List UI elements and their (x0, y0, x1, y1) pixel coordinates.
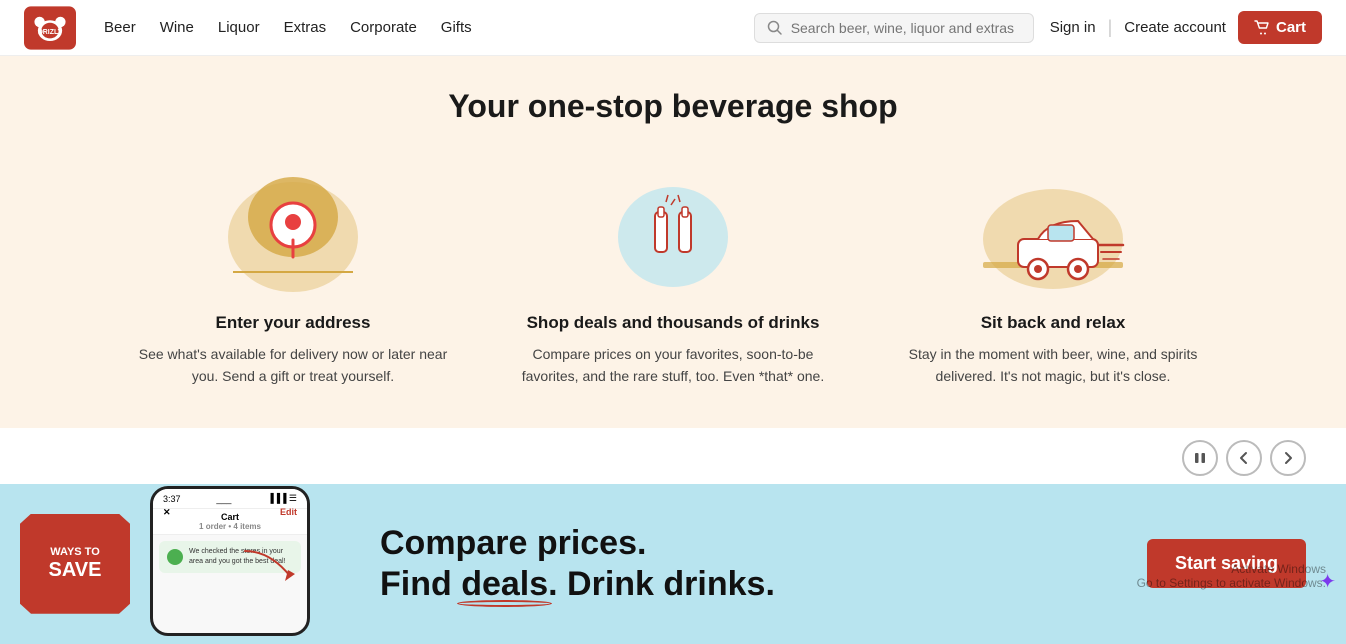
pause-icon (1193, 451, 1207, 465)
banner-deals-word: deals (461, 564, 548, 605)
carousel-pause-button[interactable] (1182, 440, 1218, 476)
banner-section: WAYS TO SAVE 3:37 ___ ▐▐▐ ☰ ✕ Cart 1 ord… (0, 484, 1346, 644)
phone-notch-bar: ___ (216, 494, 231, 504)
banner-left: WAYS TO SAVE 3:37 ___ ▐▐▐ ☰ ✕ Cart 1 ord… (0, 486, 350, 641)
banner-headline-line2: Find deals. Drink drinks. (380, 564, 1117, 605)
phone-time: 3:37 (163, 494, 181, 504)
feature-relax-title: Sit back and relax (893, 313, 1213, 333)
nav-item-wine[interactable]: Wine (160, 19, 194, 36)
sign-in-link[interactable]: Sign in (1050, 19, 1096, 36)
nav-item-liquor[interactable]: Liquor (218, 19, 260, 36)
chevron-right-icon (1281, 451, 1295, 465)
ways-to-save-text-line1: WAYS TO (50, 545, 100, 559)
navbar: DRIZLY Beer Wine Liquor Extras Corporate… (0, 0, 1346, 56)
nav-item-extras[interactable]: Extras (284, 19, 327, 36)
banner-cta-button[interactable]: Start saving (1147, 539, 1306, 588)
feature-deals-illustration (583, 157, 763, 297)
feature-address-title: Enter your address (133, 313, 453, 333)
feature-deals-desc: Compare prices on your favorites, soon-t… (513, 343, 833, 388)
phone-mockup: 3:37 ___ ▐▐▐ ☰ ✕ Cart 1 order • 4 items … (150, 486, 350, 641)
carousel-prev-button[interactable] (1226, 440, 1262, 476)
hero-title: Your one-stop beverage shop (24, 88, 1322, 125)
feature-address-desc: See what's available for delivery now or… (133, 343, 453, 388)
nav-item-corporate[interactable]: Corporate (350, 19, 417, 36)
logo[interactable]: DRIZLY (24, 6, 76, 50)
feature-relax: Sit back and relax Stay in the moment wi… (893, 157, 1213, 388)
search-input[interactable] (791, 20, 1021, 36)
chevron-left-icon (1237, 451, 1251, 465)
cart-icon (1254, 20, 1270, 36)
nav-item-beer[interactable]: Beer (104, 19, 136, 36)
features-row: Enter your address See what's available … (123, 157, 1223, 388)
phone-cart-header: ✕ Cart 1 order • 4 items Edit (153, 509, 307, 535)
phone-cart-subtitle: 1 order • 4 items (153, 522, 307, 531)
phone-status-bar: 3:37 ___ ▐▐▐ ☰ (153, 489, 307, 509)
feature-deals-title: Shop deals and thousands of drinks (513, 313, 833, 333)
arrow-illustration (240, 546, 300, 586)
carousel-next-button[interactable] (1270, 440, 1306, 476)
banner-headline: Compare prices. Find deals. Drink drinks… (380, 523, 1117, 605)
phone-close-icon: ✕ (163, 507, 171, 518)
feature-address-illustration (203, 157, 383, 297)
feature-relax-illustration (963, 157, 1143, 297)
banner-text-area: Compare prices. Find deals. Drink drinks… (350, 523, 1147, 605)
phone-edit-label: Edit (280, 507, 297, 517)
feature-deals: Shop deals and thousands of drinks Compa… (513, 157, 833, 388)
ways-to-save-text-line2: SAVE (49, 559, 102, 582)
search-icon (767, 20, 783, 36)
svg-text:DRIZLY: DRIZLY (38, 29, 63, 36)
create-account-link[interactable]: Create account (1124, 19, 1226, 36)
feature-relax-desc: Stay in the moment with beer, wine, and … (893, 343, 1213, 388)
search-bar[interactable] (754, 13, 1034, 43)
hero-section: Your one-stop beverage shop Enter you (0, 56, 1346, 428)
ways-to-save-badge: WAYS TO SAVE (20, 514, 130, 614)
cart-button[interactable]: Cart (1238, 11, 1322, 44)
banner-headline-line1: Compare prices. (380, 523, 1117, 564)
nav-right: Sign in | Create account Cart (1050, 11, 1322, 44)
nav-divider: | (1108, 17, 1113, 38)
carousel-controls (0, 428, 1346, 484)
phone-signal: ▐▐▐ ☰ (267, 493, 297, 504)
nav-item-gifts[interactable]: Gifts (441, 19, 472, 36)
feature-address: Enter your address See what's available … (133, 157, 453, 388)
phone-green-dot (167, 549, 183, 565)
nav-links: Beer Wine Liquor Extras Corporate Gifts (104, 19, 738, 36)
